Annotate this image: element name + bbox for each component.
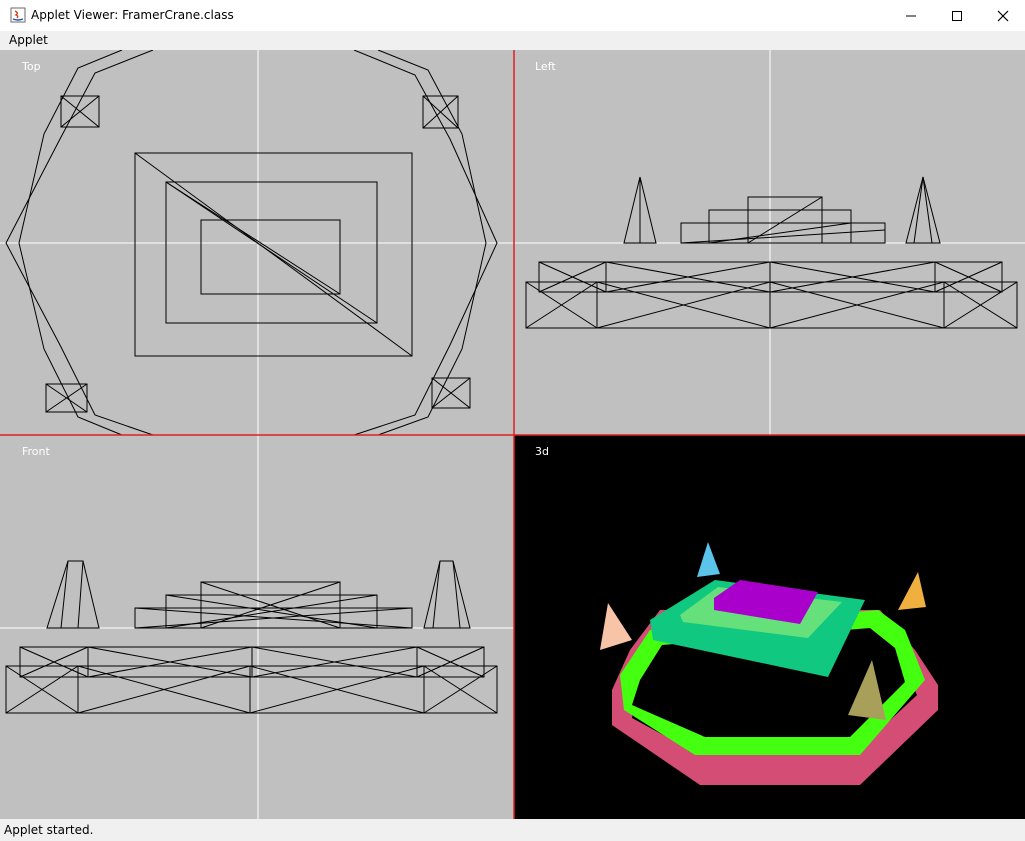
window-title: Applet Viewer: FramerCrane.class (31, 8, 234, 22)
maximize-icon (952, 10, 962, 21)
front-view-bg[interactable] (0, 435, 514, 819)
viewport-canvas[interactable]: Top Left Front 3d (0, 50, 1025, 819)
front-view-label: Front (22, 445, 51, 458)
close-button[interactable] (980, 0, 1025, 31)
top-view-label: Top (21, 60, 41, 73)
menu-applet[interactable]: Applet (9, 33, 48, 47)
minimize-button[interactable] (888, 0, 934, 31)
status-text: Applet started. (4, 823, 94, 837)
maximize-button[interactable] (934, 0, 980, 31)
left-view-label: Left (535, 60, 556, 73)
status-bar: Applet started. (0, 819, 1025, 841)
menu-bar: Applet (0, 31, 1025, 50)
java-app-icon (10, 7, 26, 23)
3d-view-label: 3d (535, 445, 549, 458)
window-titlebar[interactable]: Applet Viewer: FramerCrane.class (0, 0, 1025, 31)
minimize-icon (906, 15, 916, 16)
close-icon (997, 10, 1009, 21)
viewport-area[interactable]: Top Left Front 3d (0, 50, 1025, 819)
